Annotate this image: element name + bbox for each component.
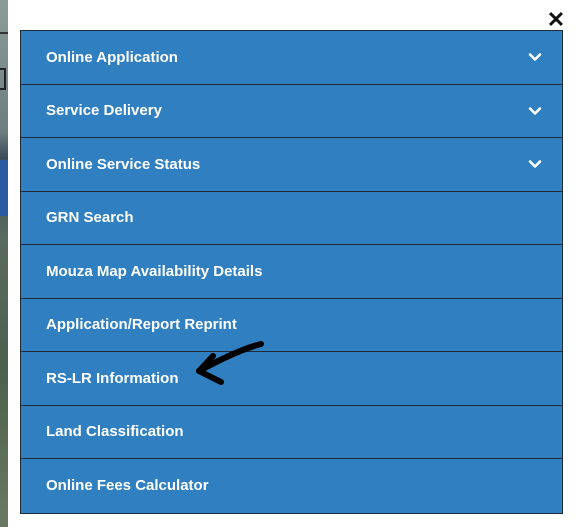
menu-item-service-delivery[interactable]: Service Delivery	[21, 84, 562, 138]
menu-item-application-report-reprint[interactable]: Application/Report Reprint	[21, 298, 562, 352]
menu-item-mouza-map-availability[interactable]: Mouza Map Availability Details	[21, 245, 562, 299]
menu-item-label: Online Service Status	[46, 155, 201, 173]
menu-item-label: Mouza Map Availability Details	[46, 262, 263, 280]
chevron-down-icon[interactable]	[528, 157, 542, 171]
menu-item-label: Application/Report Reprint	[46, 316, 237, 334]
menu-item-label: Online Fees Calculator	[46, 477, 209, 495]
menu-item-land-classification[interactable]: Land Classification	[21, 405, 562, 459]
close-button[interactable]: ✕	[546, 7, 566, 32]
menu-item-label: Land Classification	[46, 423, 184, 441]
menu-item-label: Online Application	[46, 48, 178, 66]
menu-item-online-fees-calculator[interactable]: Online Fees Calculator	[21, 459, 562, 513]
navigation-menu: Online Application Service Delivery Onli…	[20, 30, 563, 514]
menu-item-grn-search[interactable]: GRN Search	[21, 191, 562, 245]
menu-modal: ✕ Online Application Service Delivery On…	[8, 0, 578, 527]
background-box	[0, 68, 6, 90]
menu-item-label: Service Delivery	[46, 102, 162, 120]
menu-item-label: GRN Search	[46, 209, 134, 227]
menu-item-rs-lr-information[interactable]: RS-LR Information	[21, 352, 562, 406]
close-icon: ✕	[546, 7, 566, 32]
menu-item-label: RS-LR Information	[46, 369, 179, 387]
menu-item-online-application[interactable]: Online Application	[21, 31, 562, 85]
chevron-down-icon[interactable]	[528, 104, 542, 118]
chevron-down-icon[interactable]	[528, 50, 542, 64]
menu-item-online-service-status[interactable]: Online Service Status	[21, 138, 562, 192]
